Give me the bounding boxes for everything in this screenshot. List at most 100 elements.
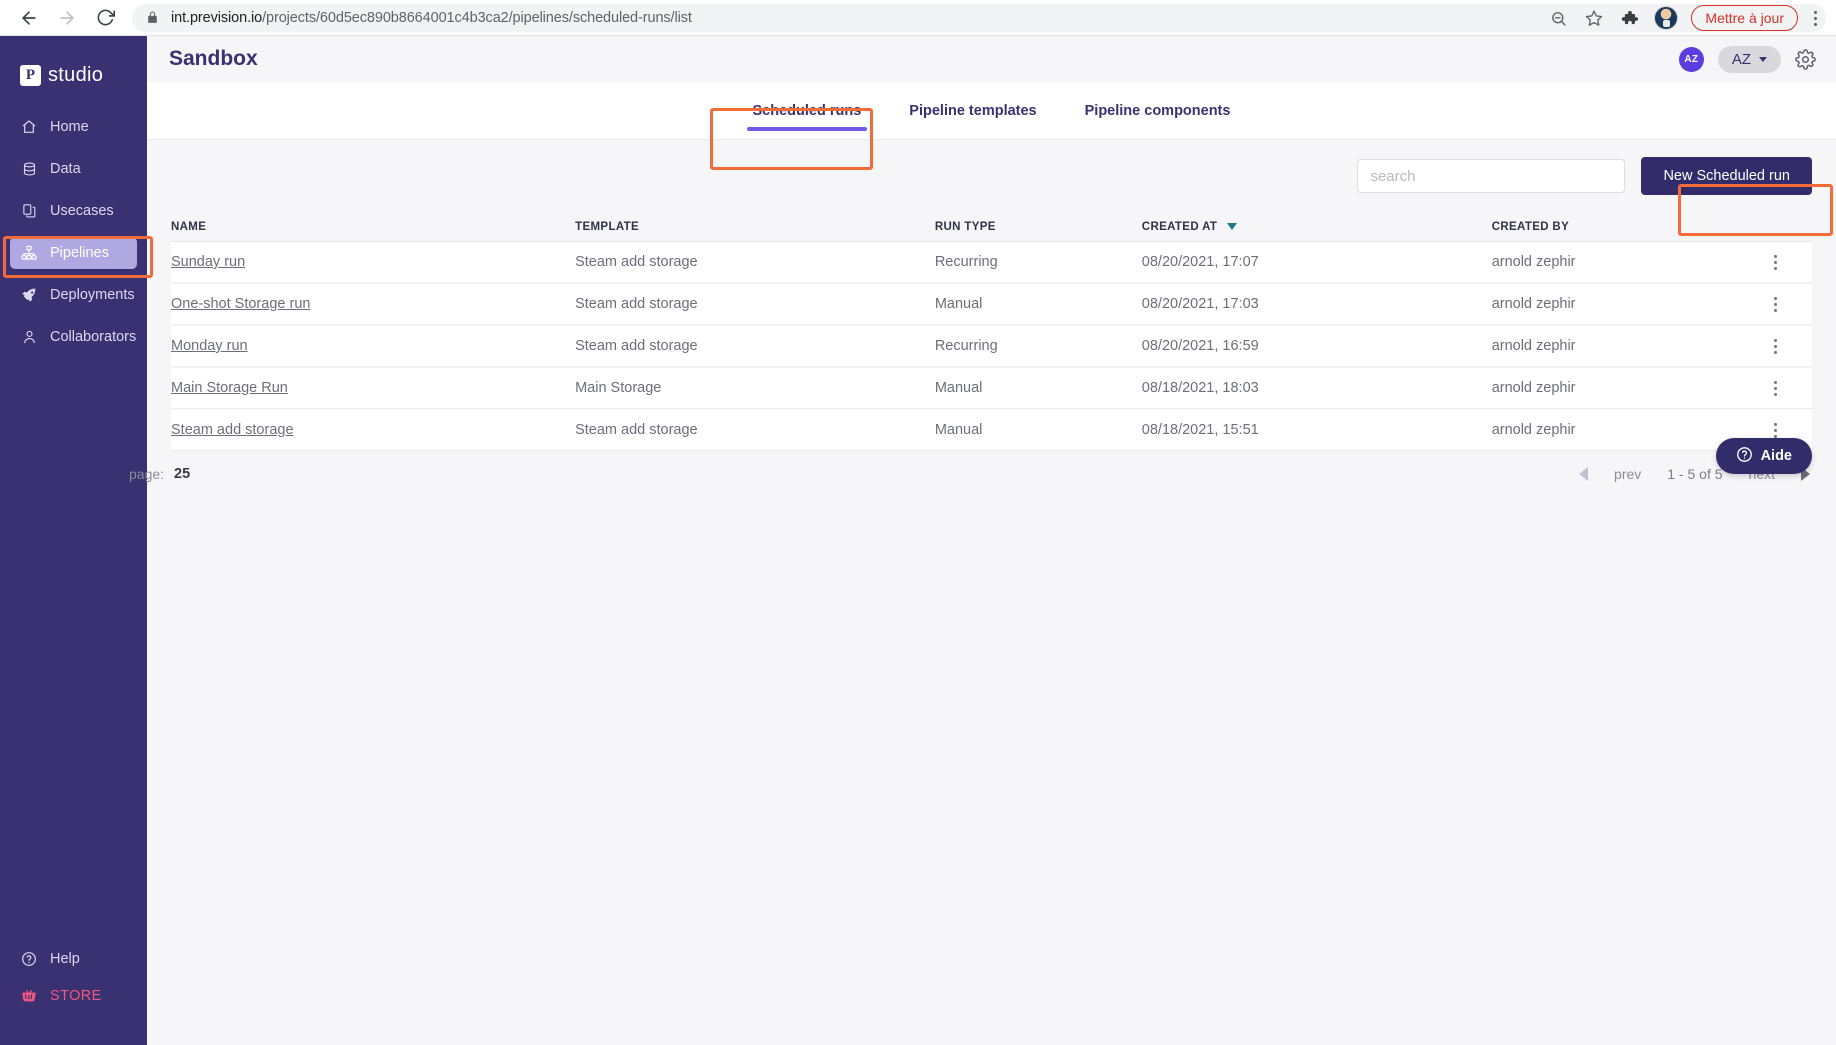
puzzle-piece-icon[interactable] (1613, 1, 1647, 35)
row-name-link[interactable]: Steam add storage (171, 422, 294, 438)
row-name-link[interactable]: Monday run (171, 338, 248, 354)
prev-page-button[interactable]: prev (1614, 466, 1641, 482)
profile-avatar-icon[interactable] (1649, 1, 1683, 35)
tab-pipeline-components[interactable]: Pipeline components (1061, 82, 1255, 139)
sidebar: P studio Home Data Usecases Pipelines De… (0, 36, 147, 1045)
table-row[interactable]: Main Storage Run Main Storage Manual 08/… (171, 368, 1812, 409)
help-widget-label: Aide (1760, 448, 1792, 464)
zoom-out-icon[interactable] (1541, 1, 1575, 35)
question-circle-icon (20, 951, 38, 967)
user-menu-label: AZ (1731, 50, 1751, 68)
sort-descending-icon (1226, 222, 1237, 230)
home-icon (20, 119, 38, 135)
row-created-at: 08/18/2021, 15:51 (1141, 422, 1259, 438)
table-row[interactable]: Steam add storage Steam add storage Manu… (171, 410, 1812, 451)
table-row[interactable]: One-shot Storage run Steam add storage M… (171, 284, 1812, 325)
row-created-by: arnold zephir (1491, 254, 1576, 270)
row-created-at: 08/20/2021, 17:03 (1141, 296, 1259, 312)
sidebar-item-label: Collaborators (50, 329, 137, 345)
three-dot-vertical-icon[interactable] (1768, 249, 1783, 276)
row-template: Steam add storage (575, 422, 698, 438)
brand-name: studio (48, 63, 104, 86)
database-icon (20, 161, 38, 177)
sidebar-item-usecases[interactable]: Usecases (10, 195, 137, 227)
row-run-type: Manual (934, 296, 983, 312)
column-header-created-at[interactable]: CREATED AT (1142, 221, 1492, 233)
avatar[interactable]: AZ (1678, 46, 1704, 72)
row-template: Steam add storage (575, 338, 698, 354)
gear-icon[interactable] (1795, 48, 1816, 70)
sidebar-item-pipelines[interactable]: Pipelines (10, 237, 137, 269)
sidebar-item-data[interactable]: Data (10, 153, 137, 185)
content-area: New Scheduled run NAME TEMPLATE RUN TYPE… (129, 140, 1836, 496)
update-button[interactable]: Mettre à jour (1691, 5, 1798, 31)
sidebar-item-deployments[interactable]: Deployments (10, 279, 137, 311)
sidebar-item-collaborators[interactable]: Collaborators (10, 321, 137, 353)
row-created-at: 08/18/2021, 18:03 (1141, 380, 1259, 396)
sidebar-nav: Home Data Usecases Pipelines Deployments… (0, 106, 147, 358)
row-name-link[interactable]: One-shot Storage run (171, 296, 310, 312)
row-run-type: Manual (934, 422, 983, 438)
sidebar-item-home[interactable]: Home (10, 111, 137, 143)
column-header-name[interactable]: NAME (171, 221, 575, 233)
user-menu-button[interactable]: AZ (1717, 45, 1781, 73)
sidebar-item-label: Data (50, 161, 81, 177)
column-header-run-type[interactable]: RUN TYPE (935, 221, 1142, 233)
scheduled-runs-table: NAME TEMPLATE RUN TYPE CREATED AT CREATE… (147, 212, 1812, 451)
tab-pipeline-templates[interactable]: Pipeline templates (885, 82, 1060, 139)
search-input[interactable] (1357, 159, 1626, 193)
column-header-template[interactable]: TEMPLATE (575, 221, 935, 233)
help-widget-button[interactable]: Aide (1715, 438, 1812, 474)
row-name-link[interactable]: Sunday run (171, 254, 245, 270)
three-dot-menu-icon[interactable] (1800, 1, 1830, 35)
brand-mark-icon: P (20, 64, 41, 86)
header-actions: AZ AZ (1678, 45, 1816, 73)
row-created-by: arnold zephir (1491, 380, 1576, 396)
basket-icon (20, 988, 38, 1004)
table-header-row: NAME TEMPLATE RUN TYPE CREATED AT CREATE… (171, 212, 1812, 242)
sidebar-item-label: Home (50, 119, 89, 135)
lock-icon (146, 11, 159, 24)
tab-bar: Scheduled runs Pipeline templates Pipeli… (147, 82, 1836, 140)
copy-documents-icon (20, 203, 38, 219)
sitemap-icon (20, 245, 38, 261)
brand-logo[interactable]: P studio (0, 36, 147, 96)
page-title: Sandbox (169, 47, 258, 70)
new-scheduled-run-button[interactable]: New Scheduled run (1641, 157, 1812, 195)
page-header: Sandbox AZ AZ (147, 36, 1836, 82)
rows-per-page[interactable]: page: 25 (129, 466, 319, 482)
sidebar-item-store[interactable]: STORE (10, 980, 137, 1012)
sidebar-item-label: Pipelines (50, 245, 109, 261)
sidebar-item-label: Deployments (50, 287, 135, 303)
back-arrow-icon[interactable] (12, 1, 46, 35)
table-row[interactable]: Sunday run Steam add storage Recurring 0… (171, 242, 1812, 283)
three-dot-vertical-icon[interactable] (1768, 333, 1783, 360)
person-icon (20, 329, 38, 345)
table-row[interactable]: Monday run Steam add storage Recurring 0… (171, 326, 1812, 367)
row-template: Steam add storage (575, 254, 698, 270)
tab-scheduled-runs[interactable]: Scheduled runs (729, 82, 886, 139)
url-host: int.prevision.io (171, 9, 263, 26)
application-root: P studio Home Data Usecases Pipelines De… (0, 36, 1836, 1045)
three-dot-vertical-icon[interactable] (1768, 291, 1783, 318)
browser-nav-buttons (0, 1, 122, 35)
sidebar-item-help[interactable]: Help (10, 943, 137, 975)
browser-toolbar: int.prevision.io/projects/60d5ec890b8664… (0, 0, 1836, 36)
pagination: page: 25 prev 1 - 5 of 5 next (129, 452, 1836, 496)
browser-toolbar-actions: Mettre à jour (1541, 0, 1836, 36)
star-icon[interactable] (1577, 1, 1611, 35)
three-dot-vertical-icon[interactable] (1768, 375, 1783, 402)
list-toolbar: New Scheduled run (147, 140, 1836, 212)
sidebar-bottom-nav: Help STORE (0, 938, 147, 1045)
rows-per-page-label: page: (129, 466, 165, 482)
forward-arrow-icon[interactable] (50, 1, 84, 35)
reload-icon[interactable] (88, 1, 122, 35)
sidebar-item-label: Help (50, 951, 80, 967)
url-text: int.prevision.io/projects/60d5ec890b8664… (171, 10, 692, 26)
row-created-at: 08/20/2021, 16:59 (1141, 338, 1259, 354)
first-page-arrow-icon[interactable] (1579, 467, 1589, 481)
column-header-created-at-label: CREATED AT (1141, 220, 1218, 233)
column-header-created-by[interactable]: CREATED BY (1492, 221, 1738, 233)
row-name-link[interactable]: Main Storage Run (171, 380, 288, 396)
